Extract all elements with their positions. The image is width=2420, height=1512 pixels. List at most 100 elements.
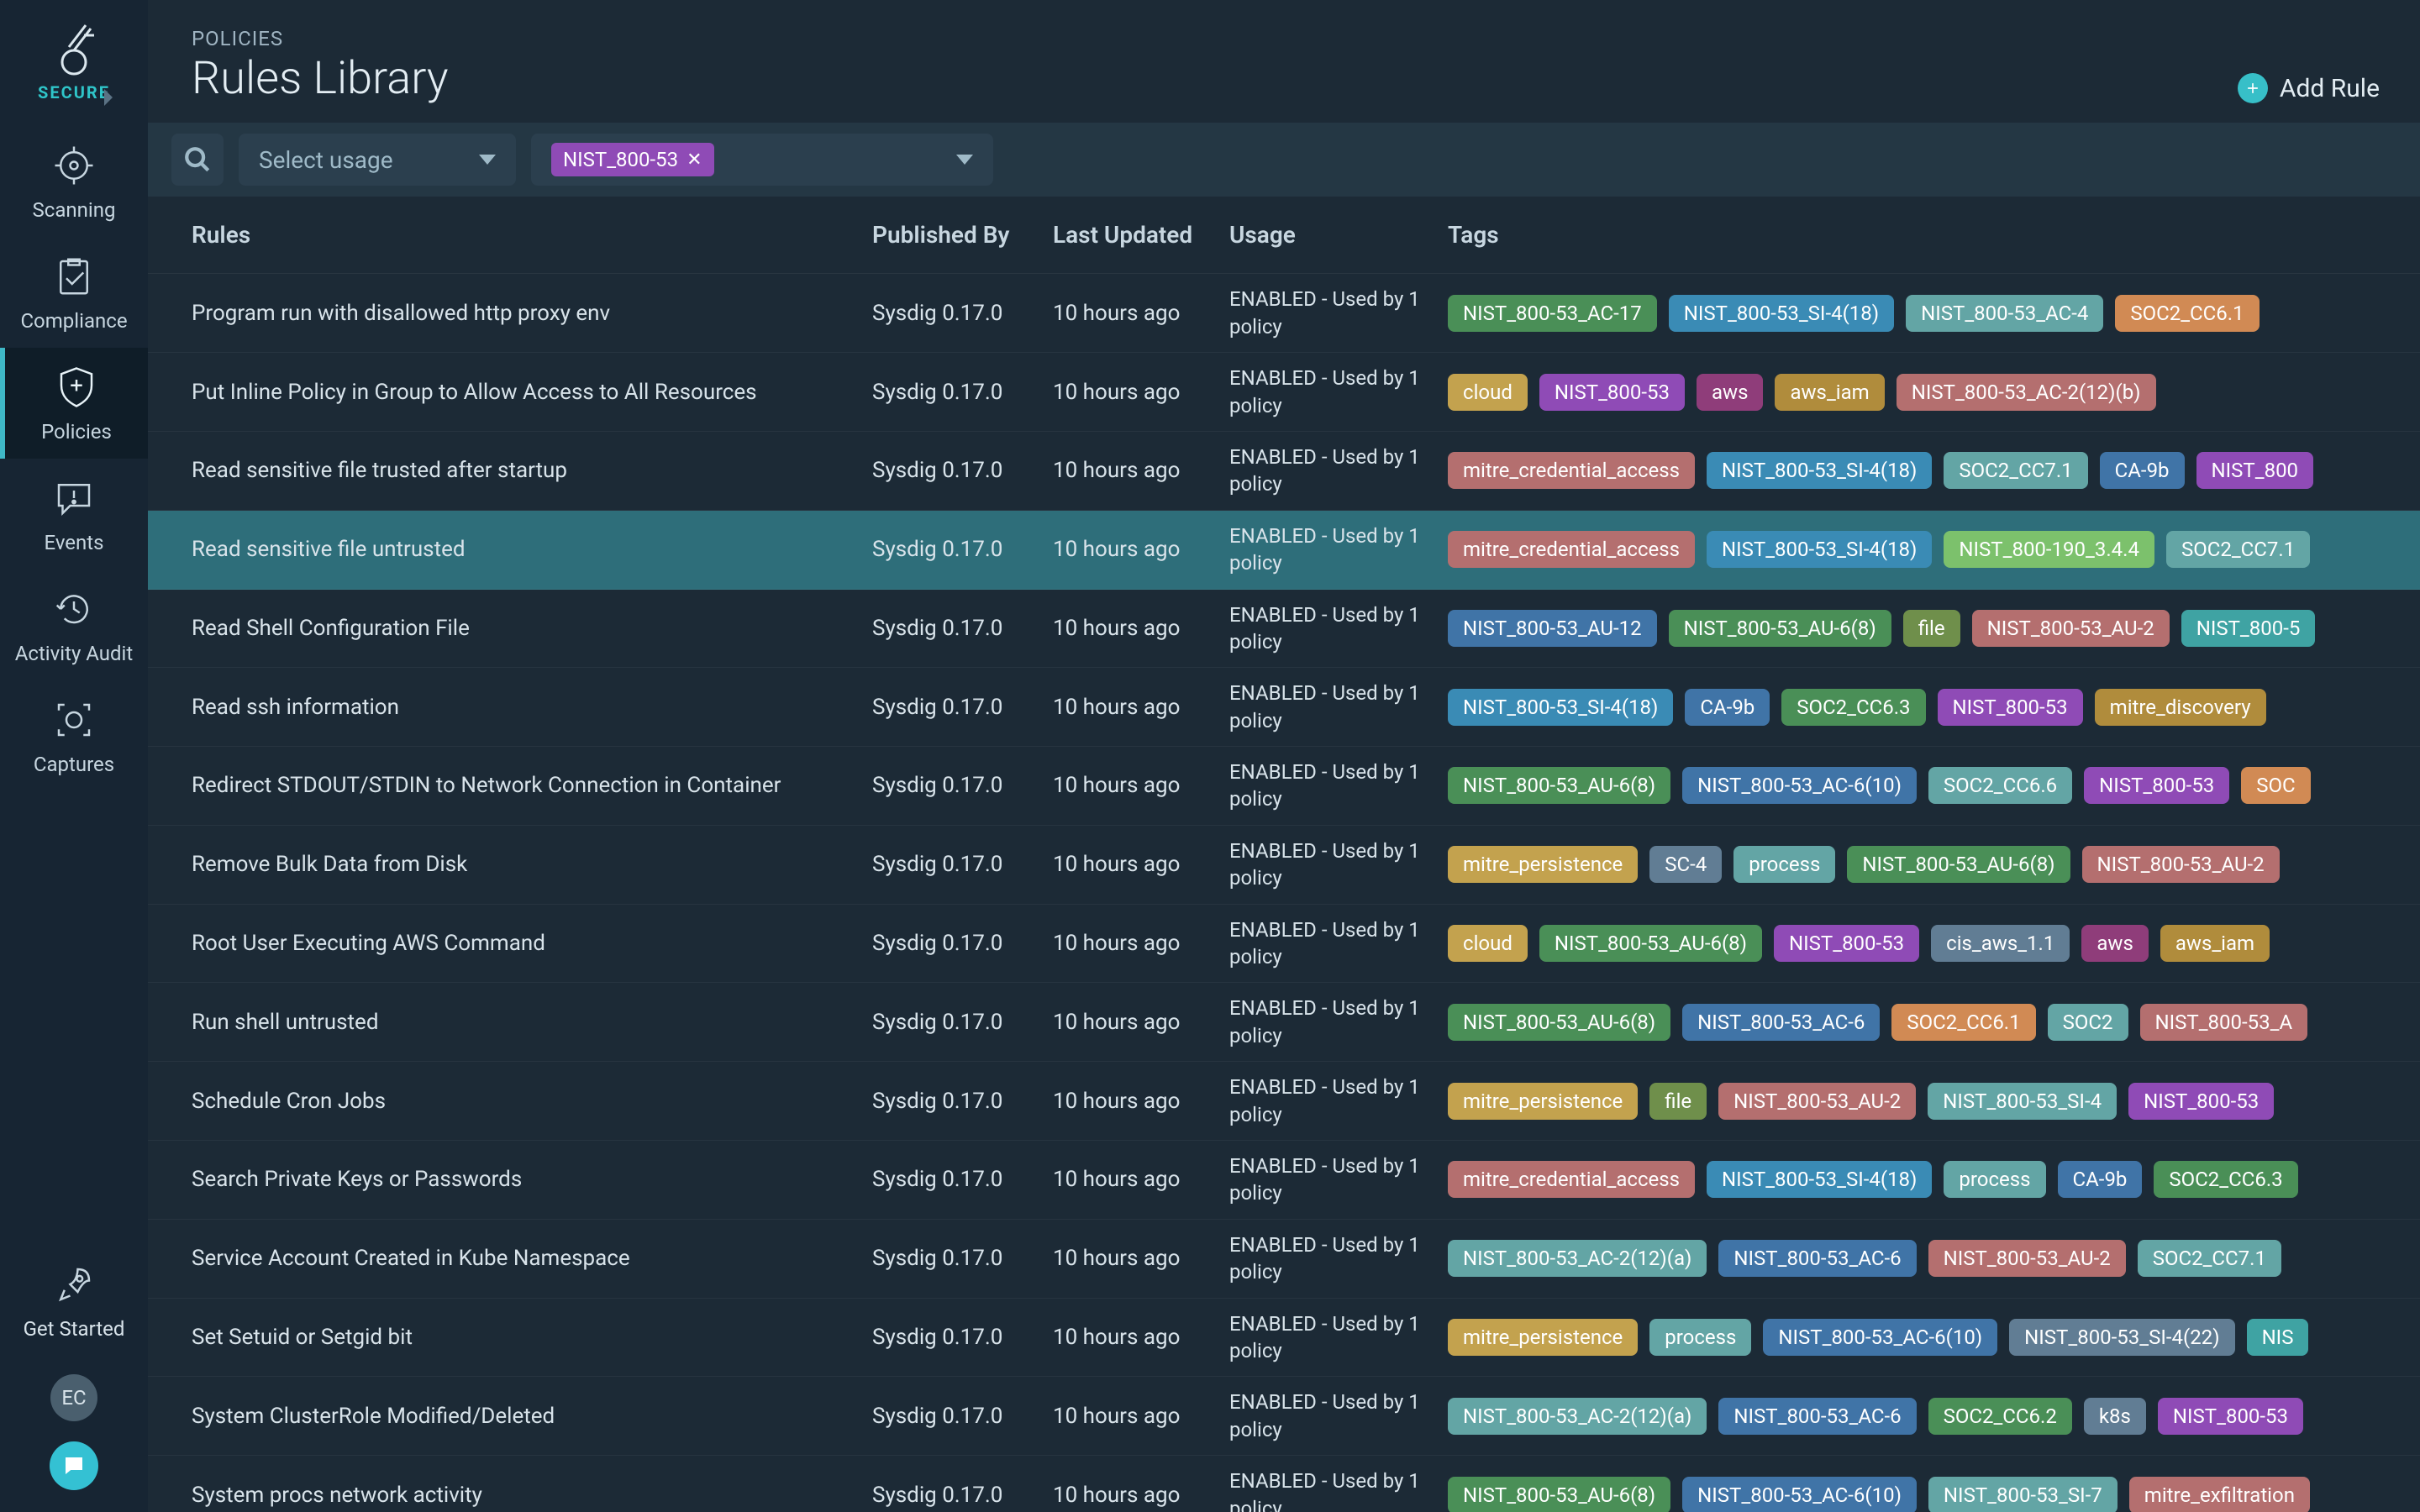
tag-pill[interactable]: NIS — [2247, 1319, 2309, 1356]
tag-pill[interactable]: mitre_discovery — [2095, 689, 2266, 726]
table-row[interactable]: Read Shell Configuration FileSysdig 0.17… — [148, 590, 2420, 669]
tag-pill[interactable]: mitre_persistence — [1448, 846, 1638, 883]
remove-chip-icon[interactable]: ✕ — [687, 150, 702, 171]
tag-pill[interactable]: NIST_800-53_AU-2 — [1928, 1240, 2126, 1277]
tag-pill[interactable]: aws_iam — [1775, 374, 1884, 411]
tag-pill[interactable]: NIST_800-53 — [1774, 925, 1919, 962]
tag-pill[interactable]: NIST_800-5 — [2181, 610, 2316, 647]
tag-pill[interactable]: NIST_800-53_AU-12 — [1448, 610, 1657, 647]
tag-pill[interactable]: NIST_800-190_3.4.4 — [1944, 531, 2154, 568]
table-row[interactable]: Redirect STDOUT/STDIN to Network Connect… — [148, 747, 2420, 826]
table-row[interactable]: Program run with disallowed http proxy e… — [148, 274, 2420, 353]
tag-pill[interactable]: SOC2_CC6.3 — [2154, 1161, 2297, 1198]
tag-pill[interactable]: file — [1903, 610, 1960, 647]
tag-pill[interactable]: NIST_800-53_AC-6(10) — [1763, 1319, 1997, 1356]
tag-pill[interactable]: NIST_800-53_AC-2(12)(a) — [1448, 1398, 1707, 1435]
usage-filter-select[interactable]: Select usage — [239, 134, 516, 186]
tag-pill[interactable]: mitre_credential_access — [1448, 1161, 1695, 1198]
tag-pill[interactable]: NIST_800-53_AC-6 — [1682, 1004, 1880, 1041]
tag-pill[interactable]: mitre_persistence — [1448, 1083, 1638, 1120]
tag-pill[interactable]: NIST_800-53_AU-2 — [2082, 846, 2280, 883]
tag-pill[interactable]: NIST_800-53_AU-6(8) — [1448, 1004, 1670, 1041]
tag-pill[interactable]: CA-9b — [2100, 452, 2185, 489]
tag-pill[interactable]: NIST_800-53_SI-4 — [1928, 1083, 2117, 1120]
col-last-updated[interactable]: Last Updated — [1053, 221, 1229, 249]
chat-button[interactable] — [50, 1441, 98, 1490]
tag-pill[interactable]: NIST_800-53_AC-6 — [1718, 1240, 1916, 1277]
tag-pill[interactable]: SOC2_CC7.1 — [2166, 531, 2310, 568]
tag-pill[interactable]: NIST_800 — [2196, 452, 2314, 489]
tag-pill[interactable]: SOC2_CC7.1 — [1944, 452, 2087, 489]
col-tags[interactable]: Tags — [1448, 221, 2420, 249]
filter-chip[interactable]: NIST_800-53 ✕ — [551, 143, 714, 176]
user-avatar[interactable]: EC — [50, 1374, 97, 1421]
sidebar-item-activity-audit[interactable]: Activity Audit — [0, 570, 148, 680]
tag-pill[interactable]: NIST_800-53_SI-4(18) — [1448, 689, 1673, 726]
tag-pill[interactable]: NIST_800-53_AC-2(12)(a) — [1448, 1240, 1707, 1277]
table-row[interactable]: System procs network activitySysdig 0.17… — [148, 1456, 2420, 1512]
tag-pill[interactable]: NIST_800-53_SI-4(18) — [1707, 452, 1932, 489]
tag-pill[interactable]: NIST_800-53_AU-2 — [1718, 1083, 1916, 1120]
tag-pill[interactable]: aws — [2081, 925, 2148, 962]
sidebar-item-captures[interactable]: Captures — [0, 680, 148, 791]
tag-pill[interactable]: process — [1733, 846, 1835, 883]
tag-pill[interactable]: NIST_800-53_AU-6(8) — [1448, 1477, 1670, 1512]
tag-pill[interactable]: NIST_800-53_A — [2140, 1004, 2308, 1041]
col-rules[interactable]: Rules — [192, 221, 872, 249]
tag-pill[interactable]: NIST_800-53 — [2084, 767, 2229, 804]
col-usage[interactable]: Usage — [1229, 221, 1448, 249]
table-row[interactable]: Read sensitive file untrustedSysdig 0.17… — [148, 511, 2420, 590]
tag-pill[interactable]: SOC2_CC6.2 — [1928, 1398, 2072, 1435]
tag-pill[interactable]: SOC — [2241, 767, 2310, 804]
tag-pill[interactable]: NIST_800-53_SI-4(22) — [2009, 1319, 2234, 1356]
tag-pill[interactable]: process — [1944, 1161, 2045, 1198]
tag-pill[interactable]: k8s — [2084, 1398, 2146, 1435]
tag-pill[interactable]: NIST_800-53_SI-4(18) — [1707, 531, 1932, 568]
tag-pill[interactable]: CA-9b — [2058, 1161, 2143, 1198]
tag-pill[interactable]: NIST_800-53 — [2158, 1398, 2303, 1435]
tag-pill[interactable]: NIST_800-53_AU-6(8) — [1669, 610, 1891, 647]
tag-pill[interactable]: NIST_800-53_AU-2 — [1972, 610, 2170, 647]
tag-pill[interactable]: NIST_800-53_AC-6(10) — [1682, 1477, 1917, 1512]
tag-pill[interactable]: NIST_800-53_AU-6(8) — [1539, 925, 1762, 962]
tag-pill[interactable]: NIST_800-53_AC-17 — [1448, 295, 1657, 332]
sidebar-item-get-started[interactable]: Get Started — [24, 1262, 125, 1341]
table-row[interactable]: Set Setuid or Setgid bitSysdig 0.17.010 … — [148, 1299, 2420, 1378]
table-row[interactable]: System ClusterRole Modified/DeletedSysdi… — [148, 1377, 2420, 1456]
table-row[interactable]: Put Inline Policy in Group to Allow Acce… — [148, 353, 2420, 432]
tag-pill[interactable]: aws_iam — [2160, 925, 2270, 962]
tag-pill[interactable]: NIST_800-53_SI-4(18) — [1669, 295, 1894, 332]
tag-pill[interactable]: cis_aws_1.1 — [1931, 925, 2070, 962]
tag-pill[interactable]: NIST_800-53_SI-4(18) — [1707, 1161, 1932, 1198]
tag-pill[interactable]: NIST_800-53 — [2128, 1083, 2274, 1120]
sidebar-item-compliance[interactable]: Compliance — [0, 237, 148, 348]
table-row[interactable]: Read sensitive file trusted after startu… — [148, 432, 2420, 511]
tags-filter-select[interactable]: NIST_800-53 ✕ — [531, 134, 993, 186]
tag-pill[interactable]: cloud — [1448, 925, 1528, 962]
tag-pill[interactable]: NIST_800-53_AU-6(8) — [1448, 767, 1670, 804]
tag-pill[interactable]: SOC2_CC6.1 — [1891, 1004, 2035, 1041]
tag-pill[interactable]: mitre_exfiltration — [2129, 1477, 2310, 1512]
tag-pill[interactable]: process — [1649, 1319, 1751, 1356]
tag-pill[interactable]: NIST_800-53_AC-6 — [1718, 1398, 1916, 1435]
tag-pill[interactable]: SOC2_CC7.1 — [2138, 1240, 2281, 1277]
tag-pill[interactable]: mitre_credential_access — [1448, 452, 1695, 489]
sidebar-item-events[interactable]: Events — [0, 459, 148, 570]
tag-pill[interactable]: SOC2 — [2048, 1004, 2128, 1041]
table-row[interactable]: Service Account Created in Kube Namespac… — [148, 1220, 2420, 1299]
tag-pill[interactable]: cloud — [1448, 374, 1528, 411]
tag-pill[interactable]: mitre_persistence — [1448, 1319, 1638, 1356]
search-button[interactable] — [171, 134, 224, 186]
tag-pill[interactable]: file — [1649, 1083, 1707, 1120]
tag-pill[interactable]: NIST_800-53_AU-6(8) — [1847, 846, 2070, 883]
table-row[interactable]: Remove Bulk Data from DiskSysdig 0.17.01… — [148, 826, 2420, 905]
tag-pill[interactable]: NIST_800-53_AC-2(12)(b) — [1897, 374, 2156, 411]
tag-pill[interactable]: NIST_800-53 — [1938, 689, 2083, 726]
tag-pill[interactable]: NIST_800-53 — [1539, 374, 1685, 411]
tag-pill[interactable]: NIST_800-53_AC-6(10) — [1682, 767, 1917, 804]
tag-pill[interactable]: SC-4 — [1649, 846, 1722, 883]
table-row[interactable]: Search Private Keys or PasswordsSysdig 0… — [148, 1141, 2420, 1220]
tag-pill[interactable]: NIST_800-53_SI-7 — [1928, 1477, 2118, 1512]
col-published-by[interactable]: Published By — [872, 221, 1053, 249]
table-row[interactable]: Read ssh informationSysdig 0.17.010 hour… — [148, 668, 2420, 747]
